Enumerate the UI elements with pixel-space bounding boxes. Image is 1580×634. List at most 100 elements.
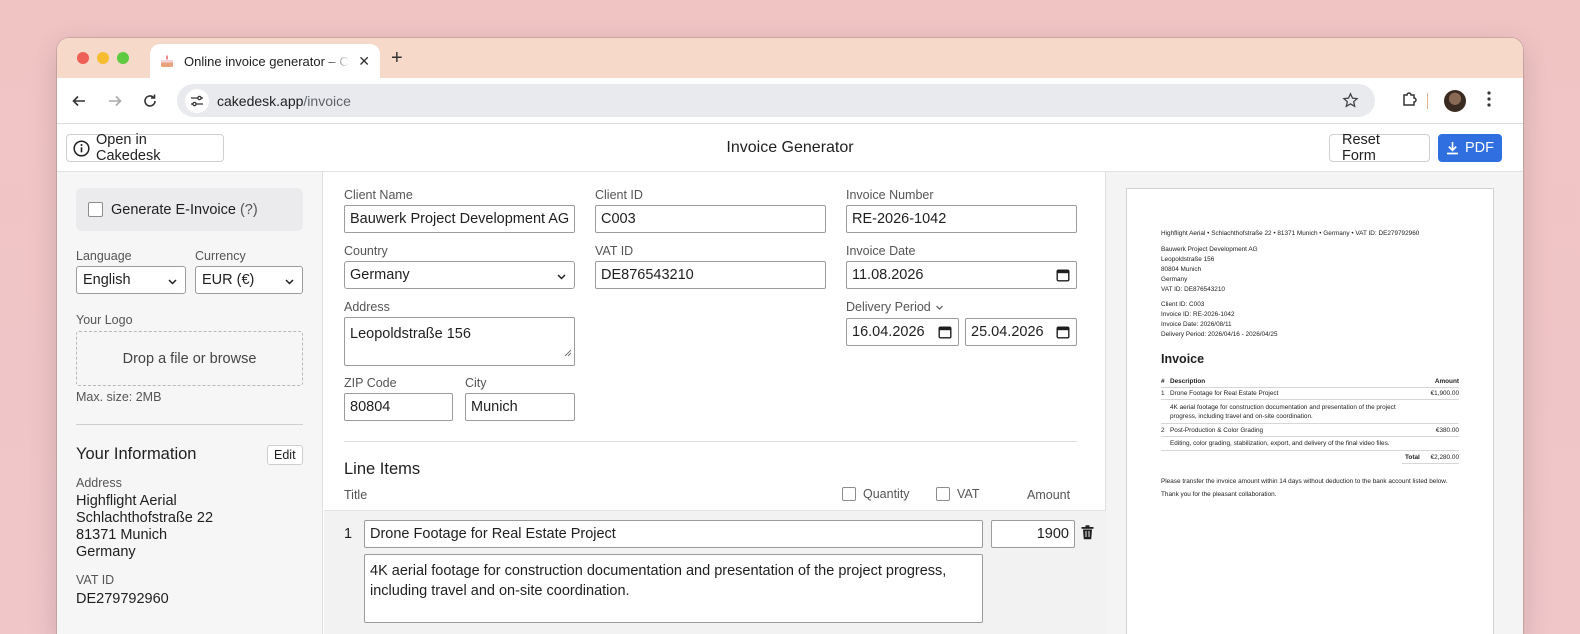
preview-row-desc: Editing, color grading, stabilization, e… [1170,440,1390,447]
back-arrow-icon[interactable] [68,90,90,112]
chevron-down-icon [556,270,567,286]
zip-code-input[interactable]: 80804 [344,393,453,421]
reset-form-button[interactable]: Reset Form [1329,132,1430,164]
sender-address-line: Germany [76,544,136,560]
country-select[interactable]: Germany [344,261,575,289]
currency-label: Currency [195,249,246,263]
generate-einvoice-toggle[interactable]: Generate E-Invoice (?) [76,188,303,231]
close-window-button[interactable] [77,52,89,64]
new-tab-button[interactable]: + [391,47,403,70]
profile-avatar[interactable] [1444,90,1466,112]
vat-col-label: VAT [957,487,980,501]
description-line: including travel and on-site coordinatio… [370,583,630,599]
maximize-window-button[interactable] [117,52,129,64]
max-size-hint: Max. size: 2MB [76,390,162,404]
vat-toggle[interactable]: VAT [936,487,979,501]
vat-checkbox[interactable] [936,487,950,501]
browser-window: Online invoice generator – Cakedesk ✕ + … [57,38,1523,634]
quantity-checkbox[interactable] [842,487,856,501]
country-label: Country [344,244,388,258]
open-in-cakedesk-button[interactable]: Open in Cakedesk [66,132,224,164]
delivery-end-value: 25.04.2026 [971,324,1044,340]
delivery-start-input[interactable]: 16.04.2026 [846,318,959,346]
city-input[interactable]: Munich [465,393,575,421]
bookmark-star-icon[interactable] [1342,92,1359,112]
invoice-preview-pane: Highflight Aerial • Schlachthofstraße 22… [1106,172,1523,634]
trash-icon[interactable] [1081,525,1094,545]
calendar-icon[interactable] [938,325,952,343]
invoice-date-input[interactable]: 11.08.2026 [846,261,1077,289]
delivery-period-dropdown[interactable]: Delivery Period [846,300,944,314]
description-line: 4K aerial footage for construction docum… [370,563,947,579]
url-path: /invoice [303,92,351,109]
kebab-menu-icon[interactable] [1481,90,1497,113]
line-item-description-textarea[interactable]: 4K aerial footage for construction docum… [364,554,983,623]
preview-rule [1402,463,1459,464]
preview-rule [1161,423,1459,424]
client-name-label: Client Name [344,188,413,202]
preview-rule [1161,399,1459,400]
close-tab-icon[interactable]: ✕ [358,53,370,70]
calendar-icon[interactable] [1056,325,1070,343]
preview-total-value: €2,280.00 [1430,454,1459,461]
address-textarea[interactable]: Leopoldstraße 156 [344,317,575,366]
invoice-preview-page: Highflight Aerial • Schlachthofstraße 22… [1126,188,1494,634]
calendar-icon[interactable] [1056,268,1070,286]
invoice-date-value: 11.08.2026 [852,267,924,283]
edit-info-button[interactable]: Edit [267,445,303,465]
einvoice-checkbox[interactable] [88,202,103,217]
preview-rule [1161,436,1459,437]
client-id-input[interactable]: C003 [595,205,826,233]
line-item-number: 1 [344,526,353,542]
address-label: Address [76,476,122,490]
download-pdf-button[interactable]: PDF [1438,134,1502,162]
cake-favicon-icon [160,54,174,68]
city-label: City [465,376,487,390]
browser-toolbar: cakedesk.app/invoice [57,78,1523,124]
einvoice-label: Generate E-Invoice [111,201,236,218]
vat-id-label: VAT ID [595,244,634,258]
preview-col-amount: Amount [1434,378,1459,385]
preview-recipient-line: VAT ID: DE876543210 [1161,286,1225,293]
resize-handle-icon[interactable] [564,343,572,363]
preview-row-num: 2 [1161,427,1165,434]
preview-meta-line: Invoice ID: RE-2026-1042 [1161,311,1235,318]
address-bar[interactable]: cakedesk.app/invoice [177,84,1375,117]
preview-recipient-line: Bauwerk Project Development AG [1161,246,1258,253]
preview-col-description: Description [1170,378,1206,385]
language-select[interactable]: English [76,266,186,294]
zip-code-label: ZIP Code [344,376,397,390]
sender-address-line: Schlachthofstraße 22 [76,510,214,526]
line-item-row: 1 Drone Footage for Real Estate Project … [324,510,1106,634]
reload-icon[interactable] [139,90,161,112]
client-name-input[interactable]: Bauwerk Project Development AG [344,205,575,233]
preview-meta-line: Invoice Date: 2026/08/11 [1161,321,1232,328]
line-items-heading: Line Items [344,460,421,478]
language-label: Language [76,249,132,263]
extensions-puzzle-icon[interactable] [1401,90,1419,113]
logo-dropzone[interactable]: Drop a file or browse [76,331,303,386]
currency-select[interactable]: EUR (€) [195,266,303,294]
vat-id-input[interactable]: DE876543210 [595,261,826,289]
tab-title: Online invoice generator – Cakedesk [184,53,350,69]
invoice-number-input[interactable]: RE-2026-1042 [846,205,1077,233]
forward-arrow-icon[interactable] [104,90,126,112]
preview-recipient-line: Germany [1161,276,1188,283]
quantity-toggle[interactable]: Quantity [842,487,910,501]
delivery-period-label: Delivery Period [846,300,931,314]
site-settings-icon[interactable] [185,88,209,113]
einvoice-help-link[interactable]: (?) [240,202,258,218]
line-item-title-input[interactable]: Drone Footage for Real Estate Project [364,520,983,548]
preview-recipient-line: Leopoldstraße 156 [1161,256,1215,263]
your-information-heading: Your Information [76,445,197,463]
language-value: English [83,272,131,288]
preview-row-title: Drone Footage for Real Estate Project [1170,390,1279,397]
sender-address-line: Highflight Aerial [76,493,177,509]
browser-tab-active[interactable]: Online invoice generator – Cakedesk ✕ [150,44,380,78]
preview-row-desc: progress, including travel and on-site c… [1170,413,1313,420]
minimize-window-button[interactable] [97,52,109,64]
settings-sidebar: Generate E-Invoice (?) Language English … [57,172,323,634]
delivery-end-input[interactable]: 25.04.2026 [965,318,1077,346]
chevron-down-icon [167,275,178,291]
line-item-amount-input[interactable]: 1900 [991,520,1075,548]
